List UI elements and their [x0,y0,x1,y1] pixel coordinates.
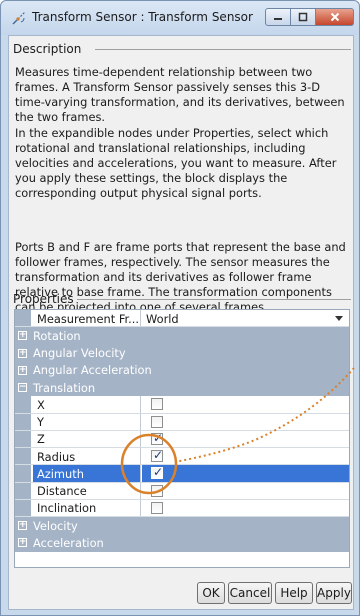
property-value [142,483,349,499]
row-gutter [15,448,31,465]
dialog-window: Transform Sensor : Transform Sensor Desc… [0,0,360,616]
ok-button[interactable]: OK [197,582,225,604]
property-label: Distance [33,482,141,499]
distance-checkbox[interactable] [151,484,163,497]
measurement-frame-label: Measurement Fr... [33,310,141,327]
title-bar[interactable]: Transform Sensor : Transform Sensor [1,1,359,35]
row-gutter [15,430,31,447]
inclination-checkbox[interactable] [151,501,163,514]
y-checkbox[interactable] [151,415,163,428]
row-gutter [15,482,31,499]
description-legend: Description [13,42,82,56]
help-button[interactable]: Help [275,582,313,604]
property-label: Radius [33,448,141,465]
translation-item-inclination[interactable]: Inclination [15,499,349,517]
properties-legend: Properties [13,292,74,306]
category-angular-velocity[interactable]: + Angular Velocity [15,344,349,362]
row-gutter [15,465,31,482]
translation-item-y[interactable]: Y [15,413,349,431]
category-label: Rotation [33,328,81,343]
close-button[interactable] [316,8,354,26]
collapse-icon[interactable]: − [18,383,27,392]
property-value [142,500,349,516]
expand-icon[interactable]: + [18,538,27,548]
row-gutter [15,310,31,327]
minimize-icon [274,18,282,20]
chevron-down-icon[interactable] [335,316,343,321]
property-value [142,448,349,464]
category-velocity[interactable]: + Velocity [15,517,349,535]
translation-item-radius[interactable]: Radius [15,448,349,466]
property-value [142,396,349,412]
maximize-icon [298,12,308,22]
window-title: Transform Sensor : Transform Sensor [32,10,253,24]
translation-item-z[interactable]: Z [15,430,349,448]
cancel-button[interactable]: Cancel [228,582,272,604]
dialog-body: Description Measures time-dependent rela… [8,35,354,610]
measurement-frame-dropdown[interactable]: World [142,310,349,326]
property-label: Inclination [33,499,141,516]
category-label: Translation [33,380,96,395]
category-label: Acceleration [33,535,104,550]
radius-checkbox[interactable] [151,448,163,462]
category-label: Angular Acceleration [33,363,152,378]
expand-icon[interactable]: + [18,521,27,530]
description-paragraph: Measures time-dependent relationship bet… [15,65,345,124]
category-acceleration[interactable]: + Acceleration [15,534,349,552]
z-checkbox[interactable] [151,431,163,445]
measurement-frame-value: World [146,311,179,326]
translation-item-x[interactable]: X [15,396,349,414]
maximize-button[interactable] [291,8,316,26]
row-gutter [15,396,31,413]
row-gutter [15,499,31,516]
property-label: Azimuth [33,465,141,482]
category-label: Velocity [33,518,78,533]
minimize-button[interactable] [265,8,291,26]
category-angular-acceleration[interactable]: + Angular Acceleration [15,361,349,379]
property-label: Y [33,413,141,430]
category-rotation[interactable]: + Rotation [15,327,349,345]
expand-icon[interactable]: + [18,365,27,375]
property-value [142,414,349,430]
expand-icon[interactable]: + [18,348,27,358]
property-value [142,431,349,447]
azimuth-checkbox[interactable] [151,465,163,480]
property-value [142,465,349,482]
category-translation[interactable]: − Translation [15,379,349,397]
row-gutter [15,413,31,430]
property-label: Z [33,430,141,447]
transform-sensor-icon [12,11,26,25]
property-label: X [33,396,141,413]
group-divider [77,299,351,300]
close-icon [330,12,339,22]
description-paragraph: In the expandible nodes under Properties… [15,126,337,200]
apply-button[interactable]: Apply [316,582,352,604]
translation-item-azimuth[interactable]: Azimuth [15,465,349,483]
expand-icon[interactable]: + [18,331,27,341]
category-label: Angular Velocity [33,346,126,360]
x-checkbox[interactable] [151,398,163,411]
property-grid[interactable]: Measurement Fr... World + Rotation + Ang… [14,309,350,568]
group-divider [95,49,351,50]
translation-item-distance[interactable]: Distance [15,482,349,500]
measurement-frame-row[interactable]: Measurement Fr... World [15,310,349,328]
